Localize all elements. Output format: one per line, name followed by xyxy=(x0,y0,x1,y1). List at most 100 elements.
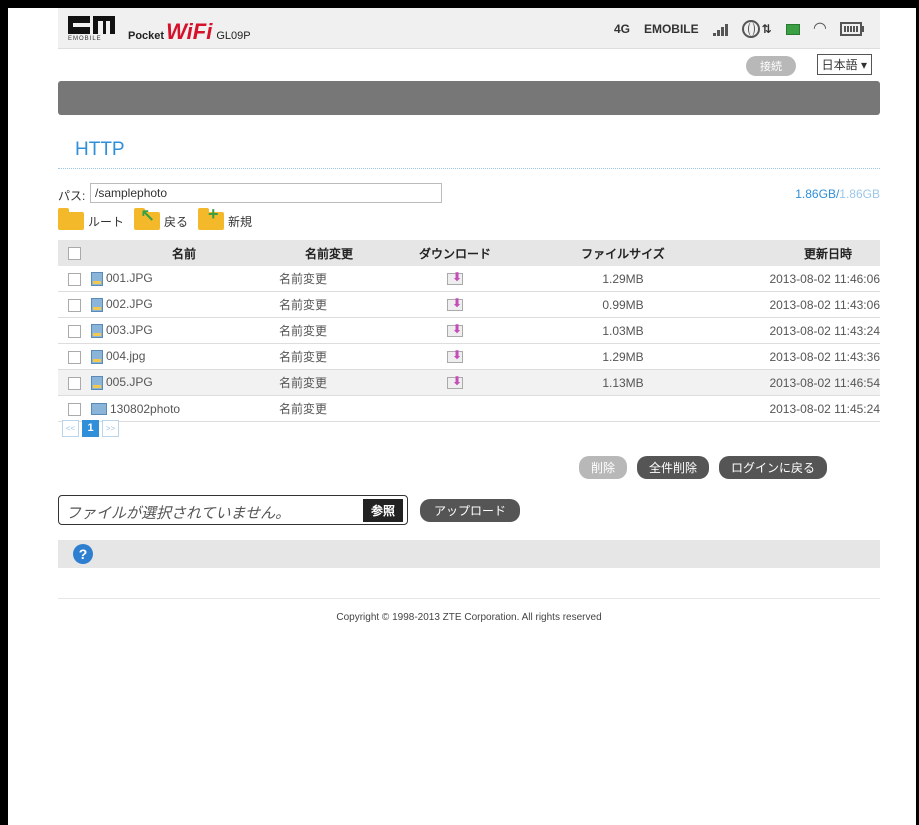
language-select[interactable]: 日本語 ▾ xyxy=(816,54,872,75)
file-date: 2013-08-02 11:46:06 xyxy=(716,266,880,292)
file-name[interactable]: 002.JPG xyxy=(106,297,153,311)
rename-link[interactable]: 名前変更 xyxy=(278,291,380,318)
next-page-button[interactable]: >> xyxy=(102,420,119,437)
model-name: GL09P xyxy=(216,30,251,42)
file-name[interactable]: 004.jpg xyxy=(106,349,145,363)
table-header-row: 名前 名前変更 ダウンロード ファイルサイズ 更新日時 xyxy=(58,240,880,266)
copyright-text: Copyright © 1998-2013 ZTE Corporation. A… xyxy=(336,612,602,623)
storage-used: 1.86GB xyxy=(795,187,836,201)
file-date: 2013-08-02 11:43:36 xyxy=(716,343,880,370)
header-size: ファイルサイズ xyxy=(530,240,716,266)
select-all-checkbox[interactable] xyxy=(67,247,81,261)
window-frame-left xyxy=(0,0,8,825)
path-row: パス: /samplephoto 1.86GB/1.86GB xyxy=(58,183,880,205)
rename-link[interactable]: 名前変更 xyxy=(278,343,380,370)
download-icon[interactable] xyxy=(447,296,463,312)
root-folder-button[interactable]: ルート xyxy=(58,208,125,230)
rename-link[interactable]: 名前変更 xyxy=(278,369,380,396)
title-divider xyxy=(58,168,880,169)
status-bar: 4G EMOBILE ⇅ ◠ xyxy=(613,20,864,38)
file-name[interactable]: 003.JPG xyxy=(106,323,153,337)
delete-all-button[interactable]: 全件削除 xyxy=(636,456,709,479)
back-to-login-button[interactable]: ログインに戻る xyxy=(718,456,827,479)
prev-page-button[interactable]: << xyxy=(62,420,79,437)
download-icon[interactable] xyxy=(447,374,463,390)
file-size: 1.29MB xyxy=(530,343,716,370)
delete-button[interactable]: 削除 xyxy=(578,456,627,479)
file-size: 1.13MB xyxy=(530,369,716,396)
image-file-icon xyxy=(91,323,103,338)
connect-button[interactable]: 接続 xyxy=(746,56,796,76)
footer-divider xyxy=(58,598,880,599)
table-row: 001.JPG 名前変更 1.29MB 2013-08-02 11:46:06 xyxy=(58,266,880,292)
storage-total: 1.86GB xyxy=(839,187,880,201)
row-checkbox[interactable] xyxy=(67,298,81,312)
table-row: 002.JPG 名前変更 0.99MB 2013-08-02 11:43:06 xyxy=(58,291,880,318)
image-file-icon xyxy=(91,297,103,312)
table-row: 004.jpg 名前変更 1.29MB 2013-08-02 11:43:36 xyxy=(58,343,880,370)
brand-pocket: Pocket xyxy=(128,30,165,42)
page: EMOBILE Pocket WiFi GL09P 4G EMOBILE ⇅ ◠… xyxy=(58,8,880,115)
page-title: HTTP xyxy=(75,139,125,160)
sim-card-icon xyxy=(785,23,800,35)
header: EMOBILE Pocket WiFi GL09P 4G EMOBILE ⇅ ◠ xyxy=(58,8,880,49)
file-size xyxy=(530,395,716,422)
folder-icon xyxy=(58,208,84,230)
file-size: 1.03MB xyxy=(530,317,716,344)
folder-name[interactable]: 130802photo xyxy=(110,402,180,416)
download-icon[interactable] xyxy=(447,270,463,286)
storage-usage: 1.86GB/1.86GB xyxy=(795,187,880,201)
file-date: 2013-08-02 11:45:24 xyxy=(716,395,880,422)
upload-button[interactable]: アップロード xyxy=(420,499,521,522)
table-row: 003.JPG 名前変更 1.03MB 2013-08-02 11:43:24 xyxy=(58,317,880,344)
image-file-icon xyxy=(91,375,103,390)
download-icon[interactable] xyxy=(447,322,463,338)
table-row: 005.JPG 名前変更 1.13MB 2013-08-02 11:46:54 xyxy=(58,369,880,396)
brand-wifi: WiFi xyxy=(166,19,213,44)
carrier-name: EMOBILE xyxy=(643,22,699,36)
internet-globe-icon xyxy=(741,20,760,38)
rename-link[interactable]: 名前変更 xyxy=(278,395,380,422)
browse-button[interactable]: 参照 xyxy=(362,499,403,522)
header-rename: 名前変更 xyxy=(278,240,380,266)
file-name[interactable]: 005.JPG xyxy=(106,375,153,389)
row-checkbox[interactable] xyxy=(67,324,81,338)
signal-strength-icon xyxy=(712,22,728,36)
back-label: 戻る xyxy=(164,214,189,229)
help-bar: ? xyxy=(58,540,880,568)
file-size: 1.29MB xyxy=(530,266,716,292)
file-date: 2013-08-02 11:43:06 xyxy=(716,291,880,318)
path-input[interactable]: /samplephoto xyxy=(90,183,442,203)
emobile-logo: EMOBILE xyxy=(68,16,116,42)
action-buttons: 削除 全件削除 ログインに戻る xyxy=(578,456,827,479)
window-frame-top xyxy=(0,0,919,8)
folder-nav: ルート ↖ 戻る + 新規 xyxy=(58,204,262,230)
file-chooser[interactable]: ファイルが選択されていません。 参照 xyxy=(58,495,408,525)
file-name[interactable]: 001.JPG xyxy=(106,271,153,285)
brand-logo: EMOBILE Pocket WiFi GL09P xyxy=(68,16,251,44)
new-folder-button[interactable]: + 新規 xyxy=(198,204,252,230)
row-checkbox[interactable] xyxy=(67,376,81,390)
file-date: 2013-08-02 11:43:24 xyxy=(716,317,880,344)
battery-icon xyxy=(840,22,864,36)
path-label: パス: xyxy=(58,189,86,203)
network-type: 4G xyxy=(613,22,630,36)
help-icon[interactable]: ? xyxy=(73,544,93,564)
data-transfer-icon: ⇅ xyxy=(761,22,772,36)
current-page[interactable]: 1 xyxy=(82,420,99,437)
wifi-signal-icon: ◠ xyxy=(813,20,826,37)
back-button[interactable]: ↖ 戻る xyxy=(134,206,189,230)
navigation-bar xyxy=(58,81,880,115)
folder-new-icon: + xyxy=(198,204,225,230)
image-file-icon xyxy=(91,271,103,286)
rename-link[interactable]: 名前変更 xyxy=(278,317,380,344)
download-icon[interactable] xyxy=(447,348,463,364)
row-checkbox[interactable] xyxy=(67,350,81,364)
root-label: ルート xyxy=(88,214,125,229)
row-checkbox[interactable] xyxy=(67,272,81,286)
rename-link[interactable]: 名前変更 xyxy=(278,266,380,292)
file-date: 2013-08-02 11:46:54 xyxy=(716,369,880,396)
row-checkbox[interactable] xyxy=(67,402,81,416)
header-name: 名前 xyxy=(90,240,278,266)
file-size: 0.99MB xyxy=(530,291,716,318)
